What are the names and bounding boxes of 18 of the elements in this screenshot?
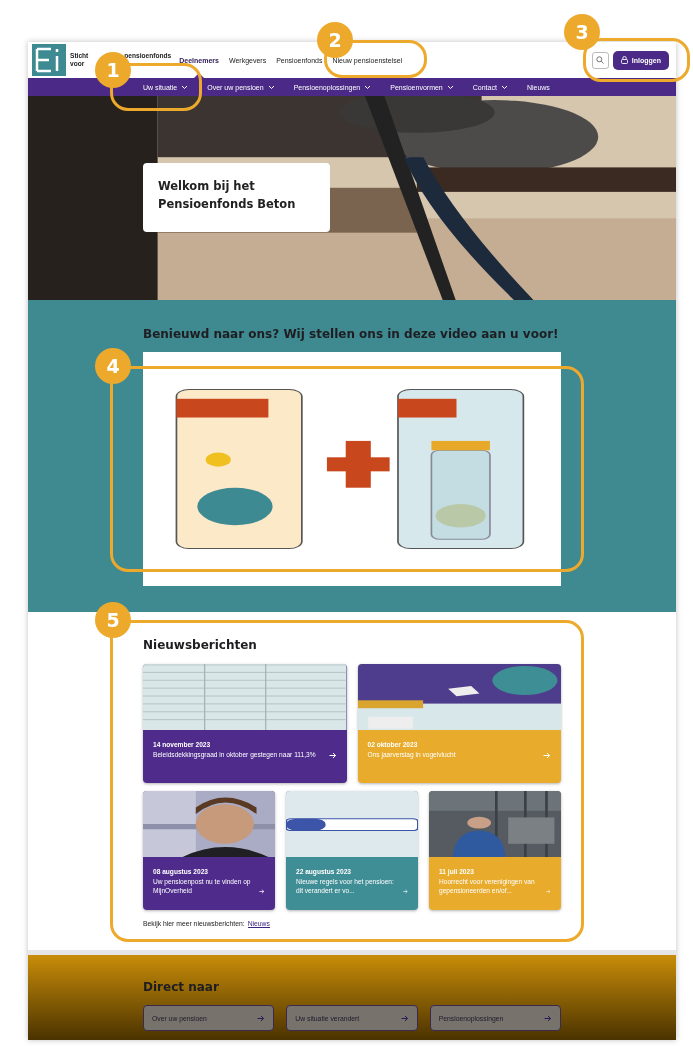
number-badge: 3	[564, 14, 600, 50]
arrow-right-icon	[546, 888, 551, 895]
search-button[interactable]	[591, 51, 609, 69]
arrow-right-icon	[400, 1014, 409, 1022]
welcome-card: Welkom bij het Pensioenfonds Beton	[143, 163, 330, 232]
section-heading: Benieuwd naar ons? Wij stellen ons in deze video aan u voor!	[143, 326, 560, 343]
logo-icon[interactable]	[32, 44, 66, 76]
arrow-right-icon	[544, 1014, 552, 1022]
number-badge: 2	[317, 22, 353, 58]
section-heading: Nieuwsberichten	[143, 637, 258, 654]
arrow-right-icon	[402, 888, 408, 895]
lock-icon	[620, 56, 628, 64]
arrow-right-icon	[257, 1014, 266, 1022]
search-icon	[596, 56, 605, 64]
arrow-right-icon	[259, 888, 265, 895]
section-heading: Direct naar	[143, 979, 220, 996]
arrow-right-icon	[543, 752, 551, 759]
arrow-right-icon	[328, 752, 337, 759]
